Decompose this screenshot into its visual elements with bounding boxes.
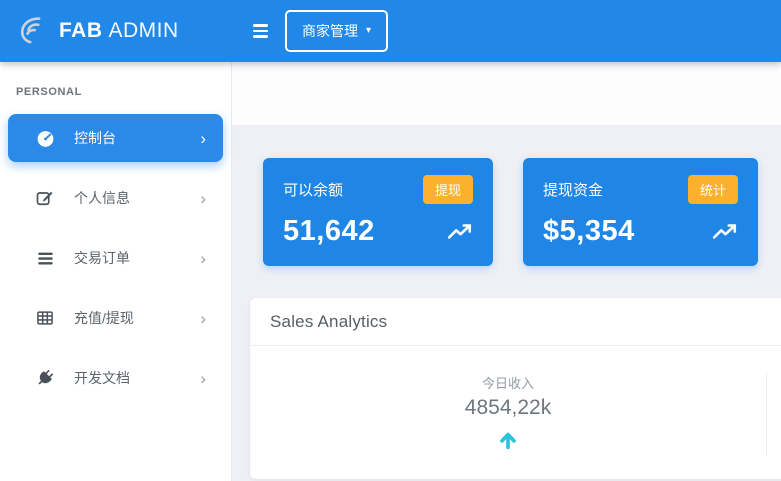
edit-icon — [34, 187, 56, 209]
trending-up-icon — [447, 221, 473, 243]
trending-up-icon — [712, 221, 738, 243]
sidebar-section-label: PERSONAL — [16, 86, 231, 98]
sidebar-item-orders[interactable]: 交易订单 › — [8, 234, 223, 282]
sidebar-item-label: 充值/提现 — [74, 308, 134, 328]
stats-cards-row: 可以余额 提现 51,642 提现资金 统计 $5,354 — [263, 158, 781, 266]
brand-title: FAB ADMIN — [59, 19, 179, 43]
sidebar-item-label: 控制台 — [74, 128, 116, 148]
merchant-dropdown-button[interactable]: 商家管理 ▾ — [285, 10, 388, 52]
balance-card-value: 51,642 — [283, 215, 375, 248]
chevron-right-icon: › — [200, 250, 206, 267]
withdraw-badge-button[interactable]: 提现 — [423, 175, 473, 204]
sidebar: PERSONAL 控制台 › 个人信息 › — [0, 62, 232, 481]
sidebar-item-recharge-withdraw[interactable]: 充值/提现 › — [8, 294, 223, 342]
sidebar-item-label: 个人信息 — [74, 188, 130, 208]
brand-name-light: ADMIN — [109, 19, 179, 42]
caret-down-icon: ▾ — [366, 26, 371, 36]
balance-card-title: 可以余额 — [283, 179, 343, 200]
gauge-icon — [34, 127, 56, 149]
app-header: FAB ADMIN 商家管理 ▾ — [0, 0, 781, 62]
stats-badge-button[interactable]: 统计 — [688, 175, 738, 204]
hamburger-icon[interactable] — [253, 24, 268, 38]
brand-name-bold: FAB — [59, 19, 103, 42]
sales-analytics-title: Sales Analytics — [250, 298, 781, 346]
sidebar-item-label: 交易订单 — [74, 248, 130, 268]
chevron-right-icon: › — [200, 370, 206, 387]
today-income-label: 今日收入 — [250, 373, 766, 392]
sidebar-item-dashboard[interactable]: 控制台 › — [8, 114, 223, 162]
today-income-value: 4854,22k — [250, 396, 766, 420]
fab-logo-icon — [16, 14, 48, 48]
withdraw-funds-card-title: 提现资金 — [543, 179, 603, 200]
chevron-right-icon: › — [200, 310, 206, 327]
withdraw-funds-card: 提现资金 统计 $5,354 — [523, 158, 758, 266]
page-top-band — [232, 62, 781, 125]
chevron-right-icon: › — [200, 190, 206, 207]
balance-card: 可以余额 提现 51,642 — [263, 158, 493, 266]
merchant-dropdown-label: 商家管理 — [302, 21, 358, 41]
arrow-up-icon — [250, 429, 766, 456]
sales-analytics-card: Sales Analytics 今日收入 4854,22k — [250, 298, 781, 479]
brand: FAB ADMIN — [0, 14, 232, 48]
sidebar-item-profile[interactable]: 个人信息 › — [8, 174, 223, 222]
today-income-metric: 今日收入 4854,22k — [250, 373, 767, 456]
sidebar-item-label: 开发文档 — [74, 368, 130, 388]
sidebar-item-dev-docs[interactable]: 开发文档 › — [8, 354, 223, 402]
chevron-right-icon: › — [200, 130, 206, 147]
list-icon — [34, 247, 56, 269]
main-content: 可以余额 提现 51,642 提现资金 统计 $5,354 — [232, 62, 781, 481]
withdraw-funds-card-value: $5,354 — [543, 215, 635, 248]
table-icon — [34, 307, 56, 329]
plug-icon — [34, 367, 56, 389]
